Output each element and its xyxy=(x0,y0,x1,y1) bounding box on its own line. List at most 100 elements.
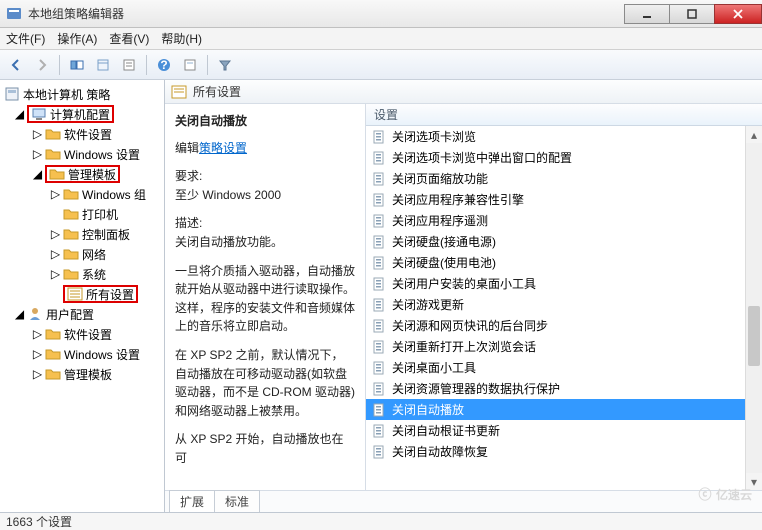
expand-icon[interactable]: ▷ xyxy=(50,189,61,200)
tree-windows-settings[interactable]: ▷ Windows 设置 xyxy=(0,144,164,164)
tree-network[interactable]: ▷ 网络 xyxy=(0,244,164,264)
policy-item-icon xyxy=(372,130,386,144)
list-row[interactable]: 关闭自动播放 xyxy=(366,399,762,420)
policy-item-icon xyxy=(372,403,386,417)
menu-view[interactable]: 查看(V) xyxy=(109,30,149,47)
expand-icon[interactable]: ▷ xyxy=(32,149,43,160)
tab-extended[interactable]: 扩展 xyxy=(169,490,215,512)
tree-label: 管理模板 xyxy=(68,166,116,183)
edit-policy-link[interactable]: 策略设置 xyxy=(199,141,247,155)
tree-computer-config[interactable]: ◢ 计算机配置 xyxy=(0,104,164,124)
list-row[interactable]: 关闭应用程序遥测 xyxy=(366,210,762,231)
properties-button[interactable] xyxy=(117,54,141,76)
scroll-thumb[interactable] xyxy=(748,306,760,366)
list-row-label: 关闭自动根证书更新 xyxy=(392,422,500,439)
content-header: 所有设置 xyxy=(165,80,762,104)
toolbar-separator xyxy=(207,55,208,75)
back-button[interactable] xyxy=(4,54,28,76)
app-icon xyxy=(6,6,22,22)
list-row[interactable]: 关闭选项卡浏览中弹出窗口的配置 xyxy=(366,147,762,168)
collapse-icon[interactable]: ◢ xyxy=(14,109,25,120)
tree-user-config[interactable]: ◢ 用户配置 xyxy=(0,304,164,324)
filter-button[interactable] xyxy=(213,54,237,76)
tree-windows-components[interactable]: ▷ Windows 组 xyxy=(0,184,164,204)
options-button[interactable] xyxy=(178,54,202,76)
settings-list-column: 设置 关闭选项卡浏览关闭选项卡浏览中弹出窗口的配置关闭页面缩放功能关闭应用程序兼… xyxy=(366,104,762,490)
forward-button[interactable] xyxy=(30,54,54,76)
folder-icon xyxy=(45,126,61,142)
expand-icon[interactable]: ▷ xyxy=(50,249,61,260)
settings-list[interactable]: 关闭选项卡浏览关闭选项卡浏览中弹出窗口的配置关闭页面缩放功能关闭应用程序兼容性引… xyxy=(366,126,762,490)
tree-control-panel[interactable]: ▷ 控制面板 xyxy=(0,224,164,244)
description-para: 在 XP SP2 之前，默认情况下，自动播放在可移动驱动器(如软盘驱动器，而不是… xyxy=(175,346,355,420)
list-row[interactable]: 关闭应用程序兼容性引擎 xyxy=(366,189,762,210)
list-row[interactable]: 关闭桌面小工具 xyxy=(366,357,762,378)
tree-system[interactable]: ▷ 系统 xyxy=(0,264,164,284)
vertical-scrollbar[interactable]: ▴ ▾ xyxy=(745,126,762,490)
tree-software-settings-2[interactable]: ▷ 软件设置 xyxy=(0,324,164,344)
close-button[interactable] xyxy=(714,4,762,24)
list-row[interactable]: 关闭自动故障恢复 xyxy=(366,441,762,462)
list-row[interactable]: 关闭硬盘(使用电池) xyxy=(366,252,762,273)
expand-icon[interactable]: ▷ xyxy=(50,229,61,240)
list-row[interactable]: 关闭自动根证书更新 xyxy=(366,420,762,441)
policy-item-icon xyxy=(372,277,386,291)
policy-item-icon xyxy=(372,382,386,396)
user-icon xyxy=(27,306,43,322)
policy-item-icon xyxy=(372,445,386,459)
tree-admin-templates-2[interactable]: ▷ 管理模板 xyxy=(0,364,164,384)
expand-icon[interactable]: ▷ xyxy=(50,269,61,280)
policy-item-icon xyxy=(372,235,386,249)
list-row[interactable]: 关闭硬盘(接通电源) xyxy=(366,231,762,252)
tab-standard[interactable]: 标准 xyxy=(214,490,260,512)
list-row[interactable]: 关闭页面缩放功能 xyxy=(366,168,762,189)
toolbar-separator xyxy=(59,55,60,75)
collapse-icon[interactable]: ◢ xyxy=(14,309,25,320)
help-button[interactable]: ? xyxy=(152,54,176,76)
menu-action[interactable]: 操作(A) xyxy=(57,30,97,47)
tree-admin-templates[interactable]: ◢ 管理模板 xyxy=(0,164,164,184)
list-row-label: 关闭重新打开上次浏览会话 xyxy=(392,338,536,355)
tree-label: 网络 xyxy=(82,246,106,263)
list-row[interactable]: 关闭用户安装的桌面小工具 xyxy=(366,273,762,294)
folder-icon xyxy=(63,226,79,242)
tree-all-settings[interactable]: 所有设置 xyxy=(0,284,164,304)
list-row-label: 关闭资源管理器的数据执行保护 xyxy=(392,380,560,397)
list-row[interactable]: 关闭资源管理器的数据执行保护 xyxy=(366,378,762,399)
export-list-button[interactable] xyxy=(91,54,115,76)
requirements-value: 至少 Windows 2000 xyxy=(175,186,355,205)
expand-icon[interactable]: ▷ xyxy=(32,129,43,140)
tree-label: 系统 xyxy=(82,266,106,283)
list-row[interactable]: 关闭游戏更新 xyxy=(366,294,762,315)
minimize-button[interactable] xyxy=(624,4,670,24)
tree-windows-settings-2[interactable]: ▷ Windows 设置 xyxy=(0,344,164,364)
expand-icon[interactable]: ▷ xyxy=(32,329,43,340)
menu-help[interactable]: 帮助(H) xyxy=(161,30,202,47)
list-row[interactable]: 关闭重新打开上次浏览会话 xyxy=(366,336,762,357)
tree-pane: 本地计算机 策略 ◢ 计算机配置 ▷ 软件设置 ▷ Windows 设置 ◢ 管… xyxy=(0,80,165,512)
settings-list-icon xyxy=(171,84,187,100)
scroll-up-arrow[interactable]: ▴ xyxy=(746,126,762,143)
menu-file[interactable]: 文件(F) xyxy=(6,30,45,47)
computer-icon xyxy=(31,106,47,122)
show-hide-tree-button[interactable] xyxy=(65,54,89,76)
edit-prefix: 编辑 xyxy=(175,141,199,155)
expand-icon[interactable]: ▷ xyxy=(32,369,43,380)
policy-item-icon xyxy=(372,256,386,270)
policy-item-icon xyxy=(372,424,386,438)
collapse-icon[interactable]: ◢ xyxy=(32,169,43,180)
policy-name: 关闭自动播放 xyxy=(175,112,355,131)
list-column-header[interactable]: 设置 xyxy=(366,104,762,126)
tree-root[interactable]: 本地计算机 策略 xyxy=(0,84,164,104)
tree-label: 本地计算机 策略 xyxy=(23,86,110,103)
maximize-button[interactable] xyxy=(669,4,715,24)
list-row[interactable]: 关闭源和网页快讯的后台同步 xyxy=(366,315,762,336)
tree-printers[interactable]: 打印机 xyxy=(0,204,164,224)
tree-software-settings[interactable]: ▷ 软件设置 xyxy=(0,124,164,144)
policy-item-icon xyxy=(372,151,386,165)
scroll-down-arrow[interactable]: ▾ xyxy=(746,473,762,490)
policy-item-icon xyxy=(372,340,386,354)
expand-icon[interactable]: ▷ xyxy=(32,349,43,360)
list-row[interactable]: 关闭选项卡浏览 xyxy=(366,126,762,147)
tree-label: Windows 设置 xyxy=(64,346,140,363)
